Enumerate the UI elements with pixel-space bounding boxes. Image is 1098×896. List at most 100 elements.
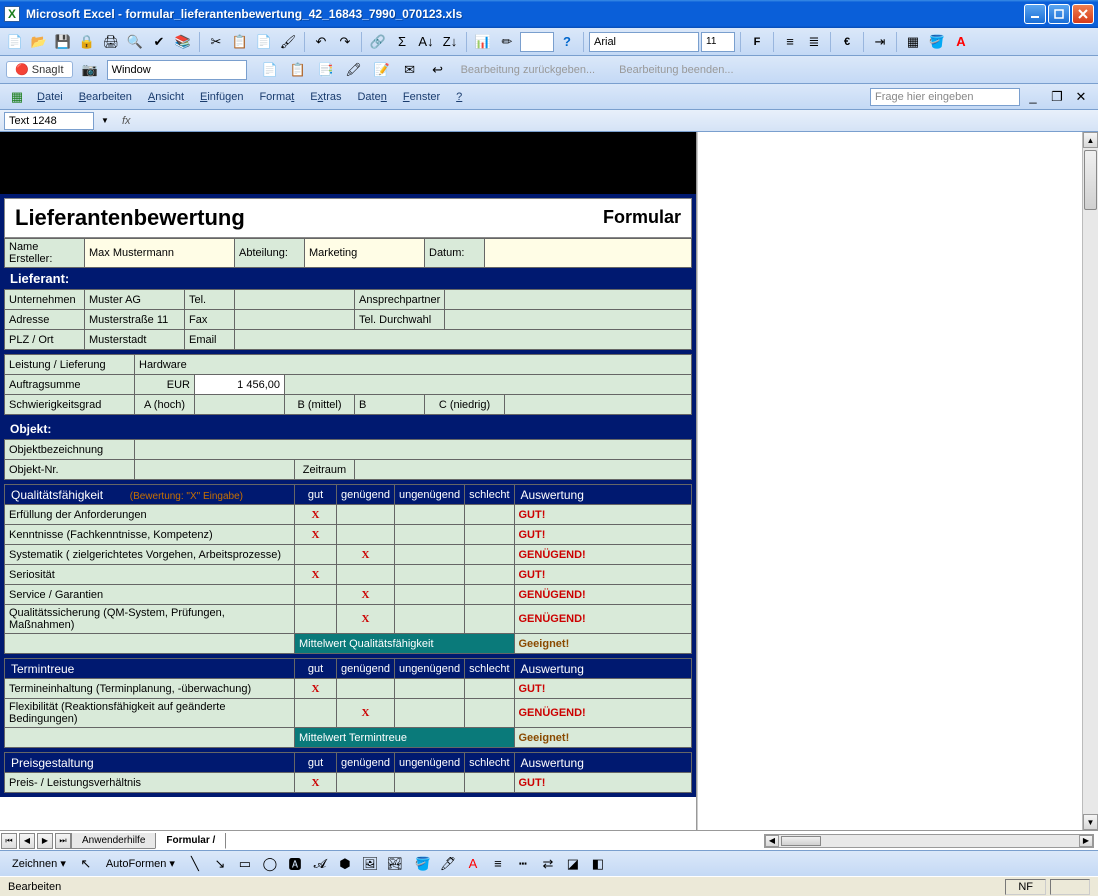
font-name-combo[interactable]: Arial: [589, 32, 699, 52]
rating-cell-schl[interactable]: [465, 585, 514, 605]
rating-cell-gut[interactable]: X: [295, 679, 337, 699]
rating-cell-gut[interactable]: X: [295, 525, 337, 545]
tb2-icon[interactable]: 🖍: [343, 59, 365, 81]
meta-datum-value[interactable]: [485, 239, 692, 268]
rating-cell-ungen[interactable]: [394, 525, 464, 545]
currency-icon[interactable]: €: [836, 31, 858, 53]
fill-icon[interactable]: 🪣: [412, 853, 434, 875]
sort-desc-icon[interactable]: Z↓: [439, 31, 461, 53]
menu-format[interactable]: Format: [252, 89, 301, 105]
tab-formular[interactable]: Formular /: [155, 833, 226, 849]
menu-help[interactable]: ?: [449, 89, 469, 105]
zoom-combo[interactable]: [520, 32, 554, 52]
autosum-icon[interactable]: Σ: [391, 31, 413, 53]
rating-cell-gen[interactable]: X: [337, 605, 395, 634]
rating-cell-ungen[interactable]: [394, 565, 464, 585]
rect-icon[interactable]: ▭: [234, 853, 256, 875]
line-icon[interactable]: ╲: [184, 853, 206, 875]
rating-cell-schl[interactable]: [465, 679, 514, 699]
textbox-icon[interactable]: 🅰: [284, 853, 306, 875]
tab-first-icon[interactable]: ⏮: [1, 833, 17, 849]
research-icon[interactable]: 📚: [172, 31, 194, 53]
menu-datei[interactable]: Datei: [30, 89, 70, 105]
tab-anwenderhilfe[interactable]: Anwenderhilfe: [71, 833, 156, 849]
align-left-icon[interactable]: ≡: [779, 31, 801, 53]
save-icon[interactable]: 💾: [52, 31, 74, 53]
permission-icon[interactable]: 🔒: [76, 31, 98, 53]
rating-cell-gen[interactable]: [337, 565, 395, 585]
meta-abt-value[interactable]: Marketing: [305, 239, 425, 268]
shadow-icon[interactable]: ◪: [562, 853, 584, 875]
vertical-scrollbar[interactable]: ▲ ▼: [1082, 132, 1098, 830]
spellcheck-icon[interactable]: ✔: [148, 31, 170, 53]
rating-cell-schl[interactable]: [465, 565, 514, 585]
rating-cell-schl[interactable]: [465, 605, 514, 634]
rating-cell-ungen[interactable]: [394, 605, 464, 634]
tb2-icon[interactable]: 📑: [315, 59, 337, 81]
drawing-icon[interactable]: ✏: [496, 31, 518, 53]
scroll-thumb[interactable]: [1084, 150, 1097, 210]
borders-icon[interactable]: ▦: [902, 31, 924, 53]
diagram-icon[interactable]: ⬢: [334, 853, 356, 875]
rating-cell-gen[interactable]: [337, 525, 395, 545]
rating-cell-gut[interactable]: [295, 605, 337, 634]
tb2-icon[interactable]: ✉: [399, 59, 421, 81]
scroll-up-icon[interactable]: ▲: [1083, 132, 1098, 148]
select-arrow-icon[interactable]: ↖: [75, 853, 97, 875]
hyperlink-icon[interactable]: 🔗: [367, 31, 389, 53]
tb2-icon[interactable]: 📝: [371, 59, 393, 81]
horizontal-scrollbar[interactable]: ◀ ▶: [764, 834, 1094, 848]
rating-cell-ungen[interactable]: [394, 545, 464, 565]
sort-asc-icon[interactable]: A↓: [415, 31, 437, 53]
rating-cell-schl[interactable]: [465, 545, 514, 565]
font-size-combo[interactable]: 11: [701, 32, 735, 52]
menu-ansicht[interactable]: Ansicht: [141, 89, 191, 105]
rating-cell-schl[interactable]: [465, 525, 514, 545]
picture-icon[interactable]: 🏞: [384, 853, 406, 875]
tab-last-icon[interactable]: ⏭: [55, 833, 71, 849]
rating-cell-schl[interactable]: [465, 773, 514, 793]
menu-fenster[interactable]: Fenster: [396, 89, 447, 105]
snagit-profile-combo[interactable]: Window: [107, 60, 247, 80]
rating-cell-ungen[interactable]: [394, 773, 464, 793]
line-weight-icon[interactable]: ≡: [487, 853, 509, 875]
tb2-icon[interactable]: 📋: [287, 59, 309, 81]
clipart-icon[interactable]: 🖼: [359, 853, 381, 875]
format-painter-icon[interactable]: 🖌: [277, 31, 299, 53]
hscroll-right-icon[interactable]: ▶: [1079, 835, 1093, 847]
tb2-icon[interactable]: 📄: [259, 59, 281, 81]
bold-icon[interactable]: F: [746, 31, 768, 53]
dash-icon[interactable]: ┅: [512, 853, 534, 875]
rating-cell-ungen[interactable]: [394, 505, 464, 525]
print-icon[interactable]: 🖨: [100, 31, 122, 53]
menu-einfuegen[interactable]: Einfügen: [193, 89, 250, 105]
rating-cell-gen[interactable]: X: [337, 585, 395, 605]
chart-icon[interactable]: 📊: [472, 31, 494, 53]
copy-icon[interactable]: 📋: [229, 31, 251, 53]
menu-daten[interactable]: Daten: [350, 89, 393, 105]
rating-cell-schl[interactable]: [465, 699, 514, 728]
open-icon[interactable]: 📂: [28, 31, 50, 53]
rating-cell-ungen[interactable]: [394, 699, 464, 728]
namebox-dropdown-icon[interactable]: ▼: [94, 110, 116, 132]
tab-prev-icon[interactable]: ◀: [19, 833, 35, 849]
oval-icon[interactable]: ◯: [259, 853, 281, 875]
close-button[interactable]: [1072, 4, 1094, 24]
menu-bearbeiten[interactable]: Bearbeiten: [72, 89, 139, 105]
zeichnen-menu[interactable]: Zeichnen ▾: [6, 855, 72, 872]
hscroll-thumb[interactable]: [781, 836, 821, 846]
help-icon[interactable]: ?: [556, 31, 578, 53]
fill-color-icon[interactable]: 🪣: [926, 31, 948, 53]
redo-icon[interactable]: ↷: [334, 31, 356, 53]
scroll-down-icon[interactable]: ▼: [1083, 814, 1098, 830]
tb2-icon[interactable]: ↩: [427, 59, 449, 81]
paste-icon[interactable]: 📄: [253, 31, 275, 53]
fx-icon[interactable]: fx: [122, 115, 131, 127]
indent-icon[interactable]: ⇥: [869, 31, 891, 53]
meta-name-value[interactable]: Max Mustermann: [85, 239, 235, 268]
font-color-icon[interactable]: A: [950, 31, 972, 53]
rating-cell-gut[interactable]: X: [295, 773, 337, 793]
menu-extras[interactable]: Extras: [303, 89, 348, 105]
doc-minimize-icon[interactable]: _: [1022, 86, 1044, 108]
maximize-button[interactable]: [1048, 4, 1070, 24]
